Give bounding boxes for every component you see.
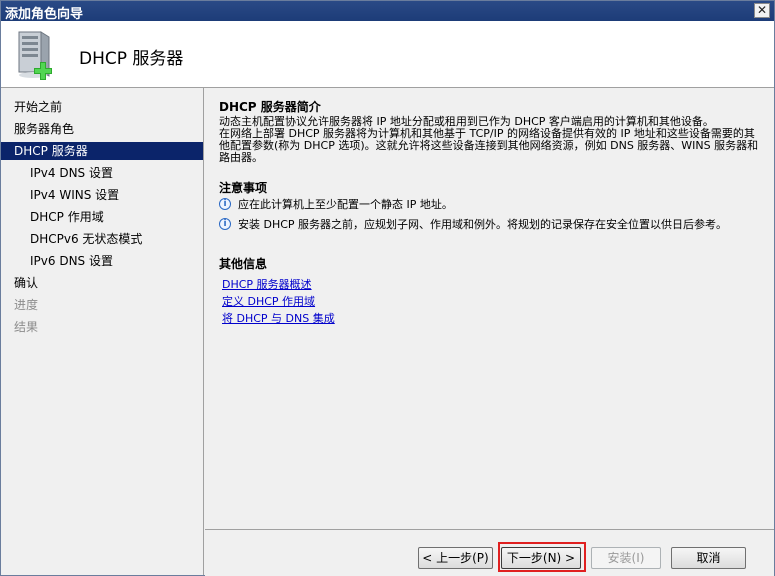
- sidebar-item-dhcp-server[interactable]: DHCP 服务器: [1, 142, 203, 160]
- page-title: DHCP 服务器: [79, 49, 184, 69]
- sidebar-item-server-roles[interactable]: 服务器角色: [1, 120, 203, 138]
- close-button[interactable]: ✕: [754, 3, 770, 18]
- notes-title: 注意事项: [219, 181, 268, 195]
- sidebar-item-ipv4-wins[interactable]: IPv4 WINS 设置: [1, 186, 203, 204]
- window-title: 添加角色向导: [5, 7, 84, 22]
- cancel-button[interactable]: 取消: [671, 547, 746, 569]
- intro-title: DHCP 服务器简介: [219, 100, 321, 114]
- sidebar-item-results: 结果: [14, 320, 39, 334]
- intro-paragraph-2: 在网络上部署 DHCP 服务器将为计算机和其他基于 TCP/IP 的网络设备提供…: [219, 127, 759, 164]
- info-icon: i: [219, 198, 231, 210]
- next-button-highlight: [498, 542, 586, 572]
- info-icon: i: [219, 218, 231, 230]
- more-info-title: 其他信息: [219, 257, 268, 271]
- wizard-content: DHCP 服务器简介 动态主机配置协议允许服务器将 IP 地址分配或租用到已作为…: [205, 88, 774, 529]
- link-dhcp-overview[interactable]: DHCP 服务器概述: [222, 276, 312, 292]
- wizard-steps-sidebar: 开始之前 服务器角色 DHCP 服务器 IPv4 DNS 设置 IPv4 WIN…: [1, 88, 204, 575]
- title-bar[interactable]: 添加角色向导 ✕: [1, 1, 774, 22]
- server-add-icon: [18, 31, 52, 80]
- wizard-footer: < 上一步(P) 下一步(N) > 安装(I) 取消: [205, 529, 774, 576]
- sidebar-item-ipv4-dns[interactable]: IPv4 DNS 设置: [1, 164, 203, 182]
- link-define-dhcp-scopes[interactable]: 定义 DHCP 作用域: [222, 293, 315, 309]
- sidebar-item-ipv6-dns[interactable]: IPv6 DNS 设置: [1, 252, 203, 270]
- sidebar-item-progress: 进度: [14, 298, 39, 312]
- link-dhcp-dns-integration[interactable]: 将 DHCP 与 DNS 集成: [222, 310, 335, 326]
- sidebar-item-dhcp-scopes[interactable]: DHCP 作用域: [1, 208, 203, 226]
- wizard-header: DHCP 服务器: [1, 21, 774, 88]
- sidebar-item-confirmation[interactable]: 确认: [1, 274, 203, 292]
- sidebar-item-before-you-begin[interactable]: 开始之前: [1, 98, 203, 116]
- sidebar-item-dhcpv6-stateless[interactable]: DHCPv6 无状态模式: [1, 230, 203, 248]
- add-roles-wizard-window: 添加角色向导 ✕ DHCP 服务器 开始之前 服务器角色 DHCP 服务器 IP…: [0, 0, 775, 576]
- install-button: 安装(I): [591, 547, 661, 569]
- previous-button[interactable]: < 上一步(P): [418, 547, 493, 569]
